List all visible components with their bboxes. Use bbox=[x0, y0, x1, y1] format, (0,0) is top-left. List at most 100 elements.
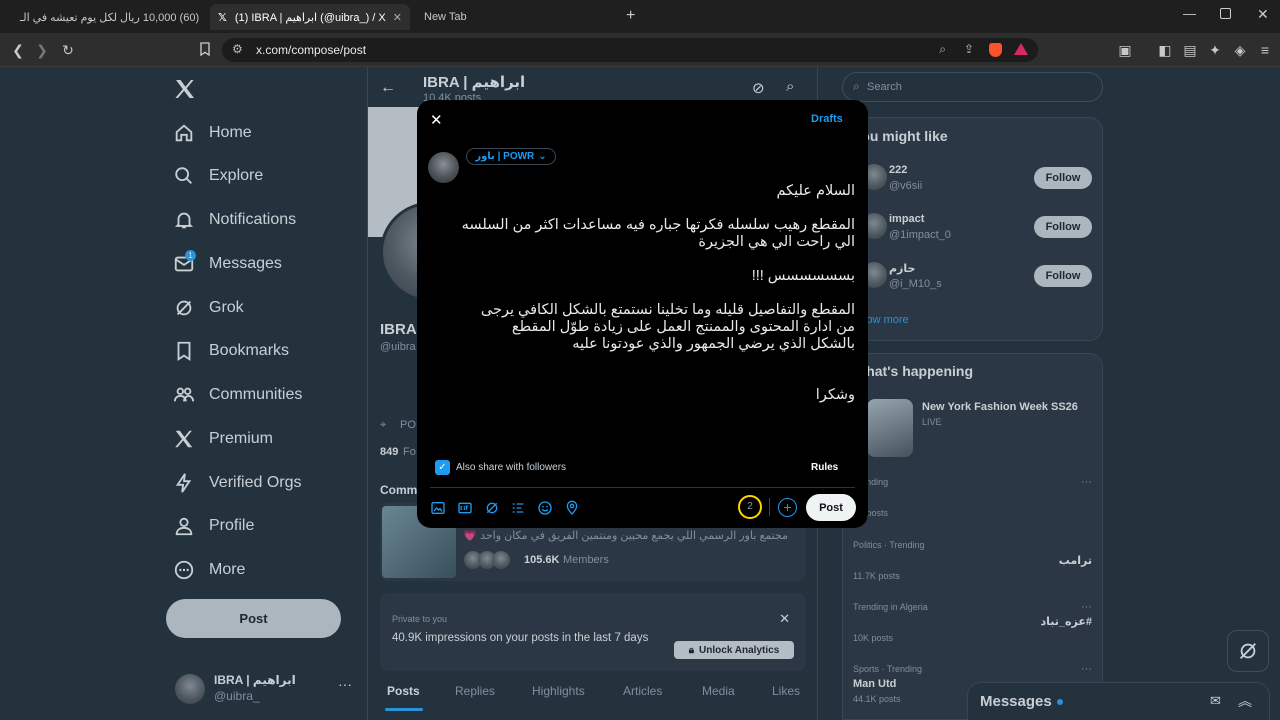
emoji-icon[interactable] bbox=[537, 500, 553, 516]
compose-post-button[interactable]: Post bbox=[806, 494, 856, 521]
suggestion-name: 222 bbox=[889, 164, 908, 176]
post-button[interactable]: Post bbox=[166, 599, 341, 638]
tab-posts[interactable]: Posts bbox=[387, 684, 420, 698]
address-bar[interactable]: ⚙ x.com/compose/post ⇪ ⌕ bbox=[222, 38, 1038, 62]
bookmark-icon bbox=[177, 341, 191, 361]
maximize-icon[interactable] bbox=[1220, 8, 1231, 19]
reload-icon[interactable]: ↻ bbox=[59, 41, 77, 59]
bookmark-page-icon[interactable] bbox=[196, 41, 214, 59]
minimize-icon[interactable]: — bbox=[1183, 6, 1196, 21]
new-message-icon[interactable]: ✉ bbox=[1210, 693, 1221, 709]
forward-icon[interactable]: ❯ bbox=[33, 41, 51, 59]
unlock-analytics-button[interactable]: 🔒︎ Unlock Analytics bbox=[674, 641, 794, 659]
audience-selector[interactable]: باور | POWR ⌄ bbox=[466, 148, 556, 165]
brave-rewards-icon[interactable] bbox=[1014, 43, 1028, 55]
url-text: x.com/compose/post bbox=[256, 43, 367, 57]
tab-title: (1) IBRA | ابراهيم (@uibra_) / X bbox=[234, 11, 386, 24]
sidebar-item-label: Grok bbox=[209, 299, 244, 316]
tab-new[interactable]: New Tab bbox=[416, 4, 616, 30]
also-share-checkbox[interactable]: ✓ bbox=[435, 460, 450, 475]
character-counter: 2 bbox=[738, 495, 762, 519]
suggestion-row[interactable]: 222 @v6sii Follow bbox=[843, 160, 1104, 204]
trend-row[interactable]: Trending ck 7K posts ··· bbox=[843, 474, 1104, 526]
tab-articles[interactable]: Articles bbox=[623, 684, 662, 698]
messages-drawer[interactable]: Messages ✉ ︽ bbox=[967, 682, 1270, 720]
rules-link[interactable]: Rules bbox=[811, 462, 838, 473]
tab-replies[interactable]: Replies bbox=[455, 684, 495, 698]
brave-shield-icon[interactable] bbox=[989, 43, 1002, 57]
search-icon[interactable]: ⌕ bbox=[786, 78, 794, 95]
sidebar-item-grok[interactable]: Grok bbox=[173, 288, 244, 328]
community-heading: Comm bbox=[380, 483, 418, 497]
back-icon[interactable]: ❮ bbox=[9, 41, 27, 59]
sidebar-item-profile[interactable]: Profile bbox=[173, 506, 254, 546]
more-dots-icon[interactable]: ··· bbox=[1081, 476, 1092, 488]
zoom-icon[interactable]: ⌕ bbox=[939, 42, 946, 57]
location-icon: ⌖ bbox=[380, 419, 387, 431]
expand-icon[interactable]: ︽ bbox=[1238, 691, 1252, 711]
sidebar-item-verified-orgs[interactable]: Verified Orgs bbox=[173, 463, 301, 503]
tab-media[interactable]: Media bbox=[702, 684, 735, 698]
sidebar-item-bookmarks[interactable]: Bookmarks bbox=[173, 331, 289, 371]
new-tab-icon[interactable]: + bbox=[626, 7, 635, 25]
following-label[interactable]: Fo bbox=[403, 446, 416, 458]
grok-icon[interactable]: ⊘ bbox=[752, 79, 765, 97]
sidebar-item-home[interactable]: Home bbox=[173, 113, 252, 153]
drafts-button[interactable]: Drafts bbox=[811, 113, 843, 125]
gif-icon[interactable] bbox=[457, 500, 473, 516]
grok-floating-button[interactable] bbox=[1227, 630, 1269, 672]
leo-ai-icon[interactable]: ✦ bbox=[1206, 41, 1224, 59]
share-icon[interactable]: ⇪ bbox=[964, 42, 974, 56]
close-tab-icon[interactable]: ✕ bbox=[393, 11, 402, 24]
account-switcher[interactable]: IBRA | ابراهيم @uibra_ ··· bbox=[172, 670, 356, 708]
location-icon[interactable] bbox=[564, 500, 580, 516]
image-icon[interactable] bbox=[430, 500, 446, 516]
grok-icon[interactable] bbox=[484, 500, 500, 516]
add-post-icon[interactable]: + bbox=[778, 498, 797, 517]
follow-button[interactable]: Follow bbox=[1034, 167, 1092, 189]
sidebar-item-label: Bookmarks bbox=[209, 342, 290, 359]
sidebar-item-more[interactable]: More bbox=[173, 550, 245, 590]
compose-textarea[interactable]: السلام عليكم المقطع رهيب سلسله فكرتها جب… bbox=[460, 183, 855, 404]
tab-highlights[interactable]: Highlights bbox=[532, 684, 585, 698]
trend-row[interactable]: Trending in Algeria ··· #عزه_تباد 10K po… bbox=[843, 599, 1104, 651]
close-icon[interactable]: ✕ bbox=[779, 611, 790, 627]
more-dots-icon[interactable]: ··· bbox=[338, 676, 352, 692]
follow-button[interactable]: Follow bbox=[1034, 265, 1092, 287]
tab-x-profile[interactable]: 𝕏 (1) IBRA | ابراهيم (@uibra_) / X ✕ bbox=[210, 4, 410, 30]
close-window-icon[interactable]: ✕ bbox=[1257, 6, 1269, 23]
sidebar-item-explore[interactable]: Explore bbox=[173, 156, 263, 196]
messages-badge: 1 bbox=[185, 250, 196, 261]
suggestion-row[interactable]: impact @1impact_0 Follow bbox=[843, 209, 1104, 253]
bell-icon bbox=[174, 212, 194, 229]
back-arrow-icon[interactable]: ← bbox=[380, 79, 396, 97]
suggestion-row[interactable]: حازم @i_M10_s Follow bbox=[843, 258, 1104, 302]
wallet-icon[interactable]: ▤ bbox=[1181, 41, 1199, 59]
close-icon[interactable]: ✕ bbox=[430, 111, 443, 129]
search-box[interactable]: ⌕ Search bbox=[842, 72, 1103, 102]
extensions-icon[interactable]: ▣ bbox=[1116, 41, 1134, 59]
messages-drawer-title: Messages bbox=[980, 693, 1052, 710]
sidebar-item-messages[interactable]: Messages 1 bbox=[173, 244, 282, 284]
tab-youtube[interactable]: (60) 10,000 ريال لكل يوم تعيشه في الـ bbox=[4, 4, 204, 30]
poll-icon[interactable] bbox=[510, 500, 526, 516]
who-to-follow-card: You might like 222 @v6sii Follow impact … bbox=[842, 117, 1103, 341]
event-row[interactable]: New York Fashion Week SS26 LIVE bbox=[843, 396, 1104, 458]
sidebar-toggle-icon[interactable]: ◧ bbox=[1156, 41, 1174, 59]
trend-row[interactable]: Politics · Trending ترامب 11.7K posts bbox=[843, 537, 1104, 589]
tab-likes[interactable]: Likes bbox=[772, 684, 800, 698]
suggestion-name: impact bbox=[889, 213, 925, 225]
follow-button[interactable]: Follow bbox=[1034, 216, 1092, 238]
more-dots-icon[interactable]: ··· bbox=[1081, 663, 1092, 675]
trend-context: Sports · Trending bbox=[853, 664, 923, 674]
community-members-count: 105.6K bbox=[524, 554, 560, 566]
site-info-icon[interactable]: ⚙ bbox=[232, 42, 243, 56]
following-count[interactable]: 849 bbox=[380, 446, 398, 458]
more-dots-icon[interactable]: ··· bbox=[1081, 601, 1092, 613]
menu-icon[interactable]: ≡ bbox=[1256, 41, 1274, 59]
x-logo-icon[interactable] bbox=[173, 77, 197, 106]
sidebar-item-premium[interactable]: Premium bbox=[173, 419, 273, 459]
sidebar-item-notifications[interactable]: Notifications bbox=[173, 200, 296, 240]
sidebar-item-communities[interactable]: Communities bbox=[173, 375, 302, 415]
vpn-icon[interactable]: ◈ bbox=[1231, 41, 1249, 59]
